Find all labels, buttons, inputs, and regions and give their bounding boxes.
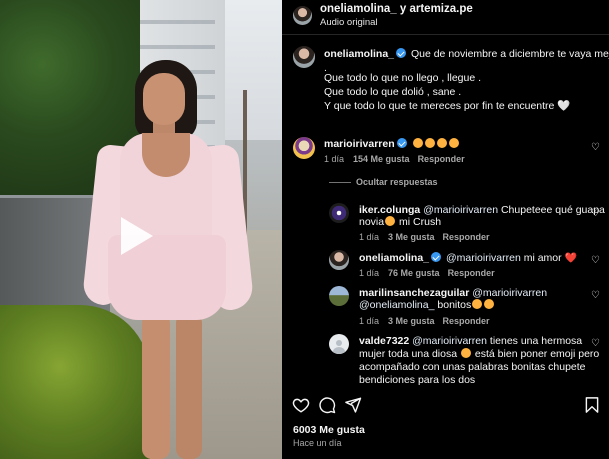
- header-avatar[interactable]: [293, 6, 312, 25]
- comment-likes[interactable]: 154 Me gusta: [353, 154, 410, 164]
- emoji-icon: [484, 299, 495, 309]
- reply-text: bonitos: [437, 299, 472, 311]
- reply-mention-2[interactable]: @oneliamolina_: [359, 299, 434, 311]
- reel-video[interactable]: [0, 0, 282, 459]
- reply-time[interactable]: 1 día: [359, 232, 379, 242]
- reply-time[interactable]: 1 día: [359, 316, 379, 326]
- comment-avatar[interactable]: [293, 137, 315, 159]
- reply-text-tail: mi Crush: [396, 216, 442, 228]
- reply-avatar[interactable]: [329, 286, 349, 306]
- reply-text-line-2: novia mi Crush: [359, 216, 441, 228]
- reply-text-cont-2: está bien poner emoji pero: [472, 348, 600, 360]
- reply-like-heart-icon[interactable]: ♡: [591, 209, 601, 219]
- reply-text-line-1: iker.colunga @marioirivarren Chupeteee q…: [359, 204, 605, 216]
- comment-text: marioirivarren: [324, 138, 460, 150]
- emoji-icon: [436, 138, 447, 148]
- paper-plane-icon[interactable]: [344, 396, 362, 414]
- emoji-icon: [472, 299, 483, 309]
- emoji-icon: [385, 216, 396, 226]
- reply-avatar[interactable]: [329, 203, 349, 223]
- reply-likes[interactable]: 3 Me gusta: [388, 316, 435, 326]
- caption-text-4: Que todo lo que dolió , sane .: [324, 86, 462, 98]
- caption-text-1: Que de noviembre a diciembre te vaya mej…: [410, 48, 609, 60]
- reply-text-line-4: bendiciones para los dos: [359, 374, 476, 386]
- caption-text-5: Y que todo lo que te mereces por fin te …: [324, 100, 571, 112]
- reply-avatar[interactable]: [329, 334, 349, 354]
- audio-label[interactable]: Audio original: [320, 17, 378, 28]
- reply-like-heart-icon[interactable]: ♡: [591, 256, 601, 266]
- reply-mention[interactable]: @marioirivarren: [446, 252, 521, 264]
- verified-badge-icon: [396, 48, 407, 58]
- play-icon[interactable]: [121, 217, 153, 255]
- bookmark-icon[interactable]: [583, 396, 601, 414]
- reply-username[interactable]: oneliamolina_: [359, 252, 429, 264]
- reply-username[interactable]: iker.colunga: [359, 204, 420, 216]
- reply-button[interactable]: Responder: [418, 154, 465, 164]
- reply-text-line-1: valde7322 @marioirivarren tienes una her…: [359, 335, 582, 347]
- reply-time[interactable]: 1 día: [359, 268, 379, 278]
- reply-like-heart-icon[interactable]: ♡: [591, 291, 601, 301]
- comment-username[interactable]: marioirivarren: [324, 138, 395, 150]
- reply-button[interactable]: Responder: [448, 268, 495, 278]
- header-title[interactable]: oneliamolina_ y artemiza.pe: [320, 3, 473, 15]
- reply-meta: 1 día 3 Me gusta Responder: [359, 232, 490, 242]
- reply-text: mi amor: [523, 252, 562, 264]
- caption-text-3: Que todo lo que no llego , llegue .: [324, 72, 482, 84]
- reply-text-line-1: marilinsanchezaguilar @marioirivarren: [359, 287, 547, 299]
- reply-text-line-3: acompañado con unas palabras bonitas chu…: [359, 361, 586, 373]
- caption-first-line: oneliamolina_ Que de noviembre a diciemb…: [324, 47, 609, 62]
- reply-username[interactable]: marilinsanchezaguilar: [359, 287, 469, 299]
- emoji-icon: [448, 138, 459, 148]
- reply-button[interactable]: Responder: [443, 232, 490, 242]
- reply-meta: 1 día 3 Me gusta Responder: [359, 316, 490, 326]
- hide-replies-button[interactable]: Ocultar respuestas: [356, 177, 438, 187]
- red-heart-emoji: ❤️: [564, 253, 578, 264]
- reply-text-cont: mujer toda una diosa: [359, 348, 458, 360]
- comment-like-heart-icon[interactable]: ♡: [591, 143, 601, 153]
- reply-avatar[interactable]: [329, 250, 349, 270]
- reply-text: Chupeteee qué guapa: [500, 204, 605, 216]
- reply-text-line-1: oneliamolina_ @marioirivarren mi amor ❤️: [359, 252, 577, 264]
- caption-avatar[interactable]: [293, 46, 315, 68]
- comments-panel: oneliamolina_ y artemiza.pe Audio origin…: [282, 0, 609, 459]
- reply-text-line-2: mujer toda una diosa está bien poner emo…: [359, 348, 599, 360]
- header-divider: [282, 34, 609, 35]
- reply-mention[interactable]: @marioirivarren: [412, 335, 487, 347]
- comment-bubble-icon[interactable]: [318, 396, 336, 414]
- reply-likes[interactable]: 76 Me gusta: [388, 268, 440, 278]
- reply-mention[interactable]: @marioirivarren: [472, 287, 547, 299]
- reply-text-cont: novia: [359, 216, 385, 228]
- reply-text: tienes una hermosa: [489, 335, 583, 347]
- emoji-icon: [461, 348, 471, 358]
- action-bar: [282, 393, 609, 417]
- reply-meta: 1 día 76 Me gusta Responder: [359, 268, 495, 278]
- verified-badge-icon: [431, 252, 442, 262]
- emoji-icon: [424, 138, 435, 148]
- replies-divider: [329, 182, 351, 183]
- emoji-icon: [412, 138, 423, 148]
- reply-likes[interactable]: 3 Me gusta: [388, 232, 435, 242]
- verified-badge-icon: [396, 138, 407, 148]
- post-timestamp[interactable]: Hace un día: [293, 438, 342, 448]
- reply-username[interactable]: valde7322: [359, 335, 409, 347]
- comment-time[interactable]: 1 día: [324, 154, 344, 164]
- comment-meta: 1 día 154 Me gusta Responder: [324, 154, 465, 164]
- reply-text-line-2: @oneliamolina_ bonitos: [359, 299, 495, 311]
- reply-button[interactable]: Responder: [443, 316, 490, 326]
- reply-like-heart-icon[interactable]: ♡: [591, 339, 601, 349]
- reply-mention[interactable]: @marioirivarren: [423, 204, 498, 216]
- woman-walking: [80, 55, 255, 459]
- post-likes-count[interactable]: 6003 Me gusta: [293, 424, 365, 436]
- caption-username[interactable]: oneliamolina_: [324, 48, 394, 60]
- heart-outline-icon[interactable]: [292, 396, 310, 414]
